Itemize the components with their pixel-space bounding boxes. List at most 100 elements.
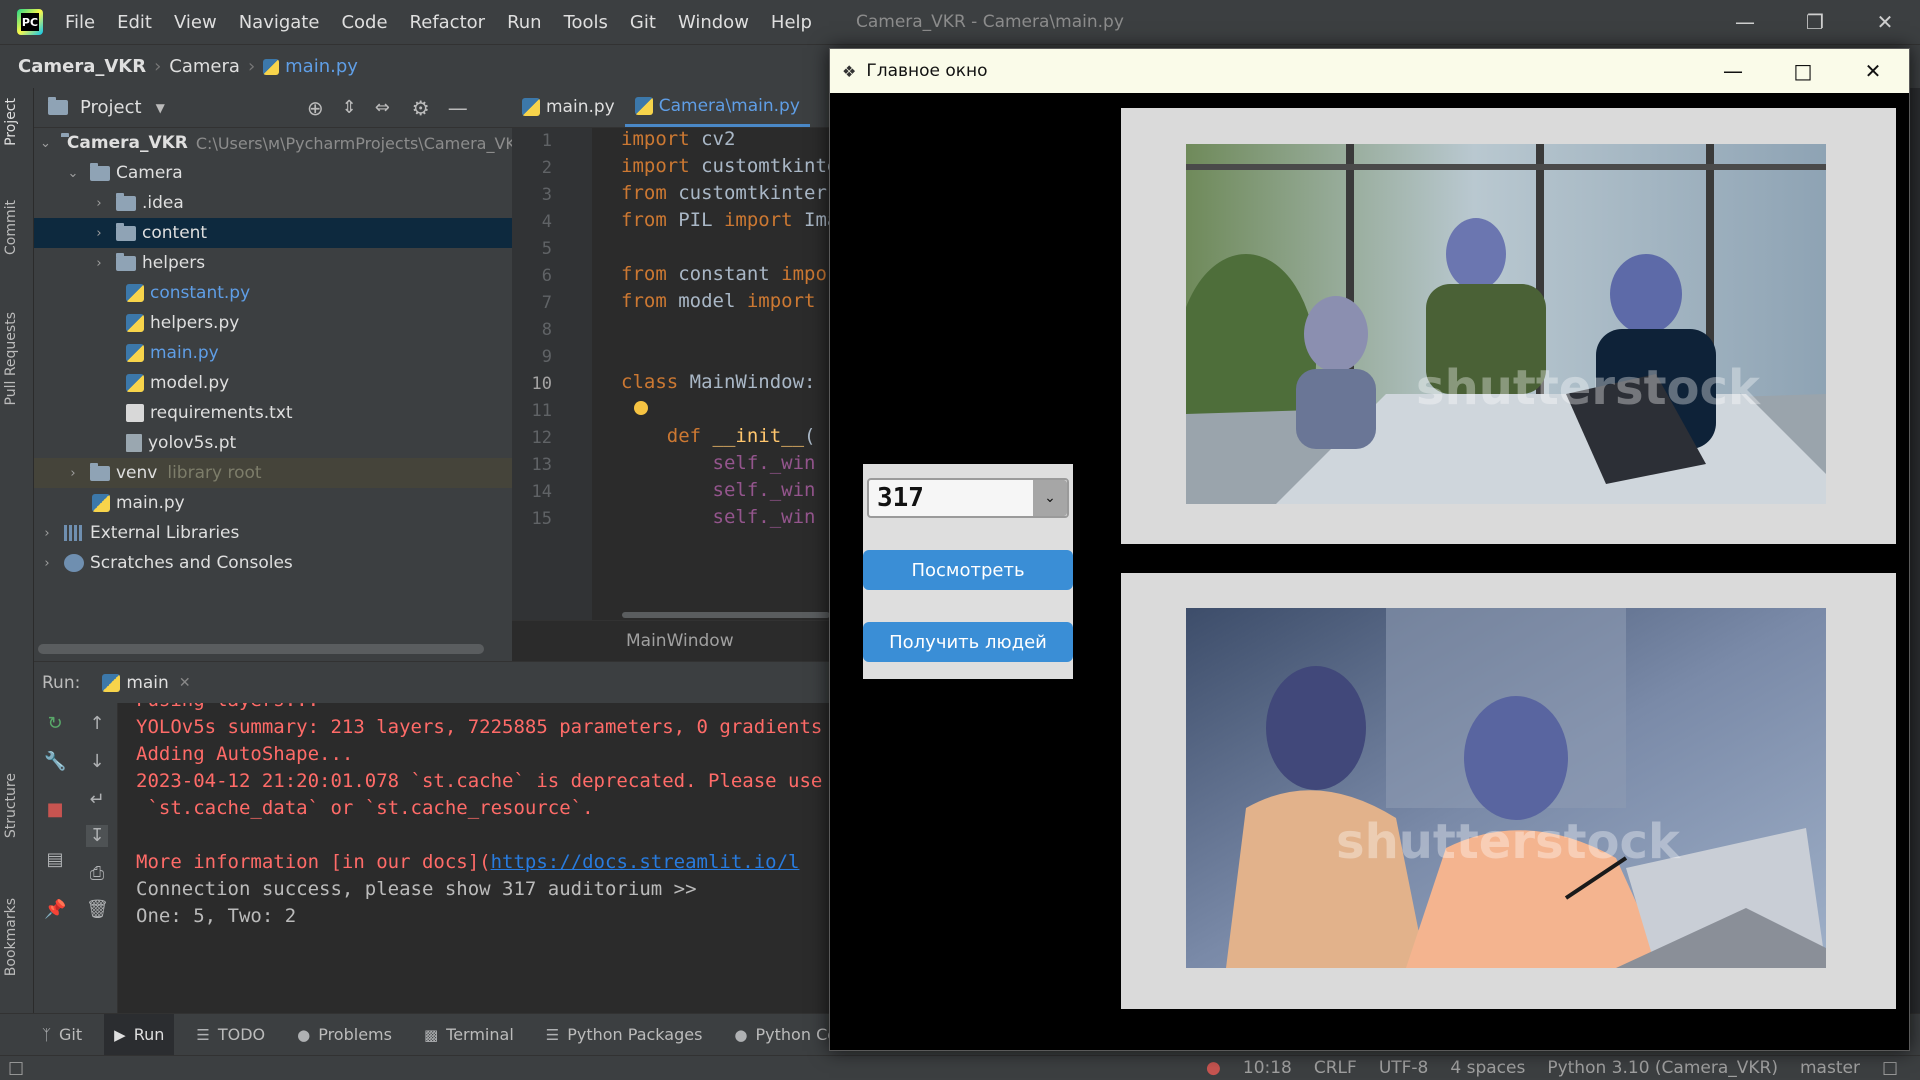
chevron-down-icon[interactable]: ⌄ [66, 166, 80, 181]
tree-item-idea[interactable]: › .idea [34, 188, 512, 218]
chevron-right-icon[interactable]: › [92, 196, 106, 211]
python-interpreter[interactable]: Python 3.10 (Camera_VKR) [1547, 1058, 1778, 1078]
wrench-icon[interactable]: 🔧 [44, 751, 66, 773]
tool-window-toggle-icon[interactable]: □ [8, 1058, 24, 1078]
line-number: 9 [541, 347, 552, 367]
app-minimize-button[interactable]: — [1698, 49, 1768, 93]
project-panel-title[interactable]: Project [80, 97, 142, 118]
chevron-right-icon[interactable]: › [40, 556, 54, 571]
menu-code[interactable]: Code [341, 12, 387, 33]
menu-file[interactable]: File [65, 12, 95, 33]
menu-help[interactable]: Help [771, 12, 812, 33]
tree-item-yolov5s[interactable]: yolov5s.pt [34, 428, 512, 458]
chevron-down-icon[interactable]: ▼ [156, 101, 165, 115]
tree-root[interactable]: ⌄ Camera_VKR C:\Users\м\PycharmProjects\… [34, 128, 512, 158]
arrow-down-icon[interactable]: ↓ [86, 751, 108, 773]
trash-icon[interactable]: 🗑 [86, 899, 109, 921]
line-separator[interactable]: CRLF [1314, 1058, 1357, 1078]
collapse-all-icon[interactable]: ⇔ [375, 97, 390, 118]
layout-icon[interactable]: ▤ [44, 849, 66, 871]
menu-window[interactable]: Window [678, 12, 749, 33]
indent-setting[interactable]: 4 spaces [1450, 1058, 1525, 1078]
hide-panel-icon[interactable]: — [448, 96, 468, 120]
pin-icon[interactable]: 📌 [44, 899, 66, 921]
editor-breadcrumb[interactable]: MainWindow [512, 620, 830, 661]
run-console[interactable]: Fusing layers... YOLOv5s summary: 213 lay… [118, 703, 830, 1013]
print-icon[interactable]: ⎙ [86, 863, 108, 885]
editor-tab-camera-main[interactable]: Camera\main.py [624, 87, 810, 127]
tab-bookmarks[interactable]: Bookmarks [3, 898, 19, 976]
chevron-right-icon[interactable]: › [40, 526, 54, 541]
gear-icon[interactable]: ⚙ [412, 96, 430, 120]
run-tab-main[interactable]: main [126, 673, 168, 693]
chevron-right-icon[interactable]: › [92, 256, 106, 271]
file-encoding[interactable]: UTF-8 [1379, 1058, 1429, 1078]
rerun-icon[interactable]: ↻ [44, 713, 66, 735]
text-file-icon [126, 404, 144, 422]
tab-run[interactable]: ▶ Run [104, 1013, 175, 1056]
folder-icon [90, 462, 110, 481]
tree-item-external-libraries[interactable]: › External Libraries [34, 518, 512, 548]
arrow-up-icon[interactable]: ↑ [86, 713, 108, 735]
tree-item-model-py[interactable]: model.py [34, 368, 512, 398]
close-button[interactable]: ✕ [1850, 0, 1920, 44]
tab-pull-requests[interactable]: Pull Requests [3, 312, 19, 405]
minimize-button[interactable]: — [1710, 0, 1780, 44]
get-people-button[interactable]: Получить людей [863, 622, 1073, 662]
auditorium-combobox[interactable]: 317 ⌄ [867, 478, 1069, 518]
breadcrumb-file[interactable]: main.py [285, 56, 358, 77]
soft-wrap-icon[interactable]: ↵ [86, 789, 108, 811]
scroll-to-end-icon[interactable]: ↧ [86, 825, 108, 847]
tab-problems[interactable]: ● Problems [287, 1014, 402, 1056]
tree-item-camera[interactable]: ⌄ Camera [34, 158, 512, 188]
tab-commit[interactable]: Commit [3, 200, 19, 255]
chevron-right-icon[interactable]: › [92, 226, 106, 241]
menu-run[interactable]: Run [507, 12, 542, 33]
editor-tab-main[interactable]: main.py [512, 87, 625, 127]
expand-all-icon[interactable]: ⇕ [342, 97, 357, 118]
tab-structure[interactable]: Structure [3, 773, 19, 838]
tree-item-requirements[interactable]: requirements.txt [34, 398, 512, 428]
tree-item-constant-py[interactable]: constant.py [34, 278, 512, 308]
menu-edit[interactable]: Edit [117, 12, 152, 33]
lightbulb-icon[interactable] [634, 401, 648, 415]
feather-icon: ❖ [842, 61, 857, 81]
cursor-position[interactable]: 10:18 [1243, 1058, 1292, 1078]
tab-python-packages[interactable]: ☰ Python Packages [536, 1014, 713, 1056]
restore-button[interactable]: ❐ [1780, 0, 1850, 44]
tab-project[interactable]: Project [3, 98, 19, 146]
breadcrumb-project[interactable]: Camera_VKR [18, 56, 146, 77]
chevron-down-icon[interactable]: ⌄ [40, 136, 51, 151]
editor-scrollbar[interactable] [622, 612, 830, 618]
app-maximize-button[interactable]: □ [1768, 49, 1838, 93]
chevron-down-icon[interactable]: ⌄ [1033, 480, 1067, 516]
tree-item-content[interactable]: › content [34, 218, 512, 248]
lock-icon[interactable]: □ [1882, 1058, 1898, 1078]
tree-item-root-main-py[interactable]: main.py [34, 488, 512, 518]
tree-item-helpers[interactable]: › helpers [34, 248, 512, 278]
menu-refactor[interactable]: Refactor [410, 12, 486, 33]
tab-terminal[interactable]: ▩ Terminal [414, 1014, 524, 1056]
locate-icon[interactable]: ⊕ [307, 96, 324, 120]
menu-git[interactable]: Git [630, 12, 656, 33]
tree-item-scratches[interactable]: › Scratches and Consoles [34, 548, 512, 578]
horizontal-scrollbar[interactable] [38, 644, 484, 654]
tab-git[interactable]: ᛉ Git [32, 1014, 92, 1056]
code-editor[interactable]: 1 2 3 4 5 6 7 8 9 10 11 12 13 14 15 import cv2 import c… [512, 128, 830, 620]
console-link[interactable]: https://docs.streamlit.io/l [491, 851, 800, 873]
tree-item-helpers-py[interactable]: helpers.py [34, 308, 512, 338]
menu-tools[interactable]: Tools [564, 12, 608, 33]
error-indicator-icon[interactable]: ● [1206, 1058, 1221, 1078]
breadcrumb-folder[interactable]: Camera [169, 56, 240, 77]
stop-icon[interactable]: ■ [44, 799, 66, 821]
close-tab-icon[interactable]: ✕ [179, 675, 191, 691]
app-close-button[interactable]: ✕ [1838, 49, 1908, 93]
menu-view[interactable]: View [174, 12, 217, 33]
menu-navigate[interactable]: Navigate [239, 12, 320, 33]
tree-item-main-py[interactable]: main.py [34, 338, 512, 368]
chevron-right-icon[interactable]: › [66, 466, 80, 481]
tree-item-venv[interactable]: › venv library root [34, 458, 512, 488]
tab-todo[interactable]: ☰ TODO [186, 1014, 275, 1056]
git-branch[interactable]: master [1800, 1058, 1860, 1078]
view-button[interactable]: Посмотреть [863, 550, 1073, 590]
